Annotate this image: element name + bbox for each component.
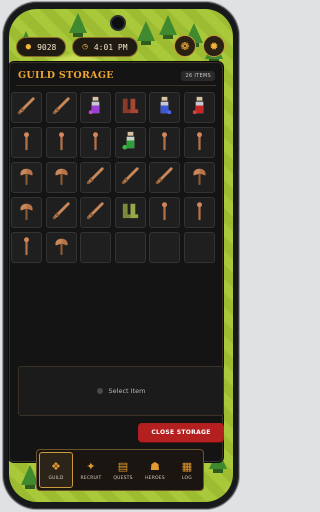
torch-icon — [15, 234, 38, 261]
inventory-slot[interactable] — [45, 127, 77, 158]
heroes-icon: ☗ — [149, 459, 161, 473]
sword-icon — [119, 164, 142, 191]
front-camera — [112, 17, 124, 29]
close-storage-button[interactable]: CLOSE STORAGE — [138, 423, 224, 442]
sword-icon — [84, 199, 107, 226]
gold-amount: 9028 — [37, 42, 57, 52]
inventory-slot[interactable] — [45, 92, 77, 123]
nav-guild[interactable]: ❖ GUILD — [39, 452, 73, 488]
inventory-slot[interactable] — [80, 197, 111, 228]
axe-icon — [50, 234, 73, 261]
potion-purple-icon — [84, 94, 107, 121]
torch-icon — [188, 129, 211, 156]
inventory-slot[interactable] — [11, 92, 42, 123]
scroll-icon: ▤ — [117, 459, 129, 473]
inventory-slot[interactable] — [149, 92, 180, 123]
inventory-slot[interactable] — [114, 162, 146, 193]
storage-grid — [11, 92, 219, 263]
panel-title: GUILD STORAGE — [18, 70, 114, 81]
title-divider — [16, 85, 216, 86]
resources-icon: ❁ — [180, 39, 190, 53]
bottom-navigation: ❖ GUILD ✦ RECRUIT ▤ QUESTS ☗ HEROES ▦ LOG — [36, 449, 204, 491]
sword-icon — [15, 94, 38, 121]
torch-icon — [153, 129, 176, 156]
inventory-slot[interactable] — [149, 197, 180, 228]
recruit-icon: ✦ — [86, 459, 96, 473]
tree-decoration — [137, 21, 155, 45]
settings-button[interactable]: ✹ — [203, 35, 225, 57]
inventory-slot[interactable] — [45, 197, 77, 228]
nav-label: RECRUIT — [80, 475, 102, 481]
torch-icon — [15, 129, 38, 156]
inventory-slot[interactable] — [45, 162, 77, 193]
nav-recruit[interactable]: ✦ RECRUIT — [75, 450, 107, 490]
guild-icon: ❖ — [50, 459, 62, 473]
empty-inventory-slot[interactable] — [114, 232, 146, 263]
inventory-slot[interactable] — [11, 232, 42, 263]
empty-inventory-slot[interactable] — [183, 232, 215, 263]
boots-green-icon — [119, 199, 142, 226]
sword-icon — [153, 164, 176, 191]
sword-icon — [50, 199, 73, 226]
sword-icon — [84, 164, 107, 191]
clock-time: 4:01 PM — [93, 42, 128, 52]
empty-inventory-slot[interactable] — [80, 232, 111, 263]
tree-decoration — [159, 15, 177, 39]
clock-icon: ◷ — [82, 42, 88, 52]
item-detail-area: Select Item — [18, 366, 224, 416]
inventory-slot[interactable] — [80, 162, 111, 193]
nav-label: QUESTS — [113, 475, 133, 481]
potion-red-icon — [188, 94, 211, 121]
inventory-slot[interactable] — [183, 92, 215, 123]
select-item-placeholder: Select Item — [108, 387, 146, 395]
item-count-badge: 26 ITEMS — [181, 71, 215, 81]
sword-icon — [50, 94, 73, 121]
potion-green-icon — [119, 129, 142, 156]
axe-icon — [188, 164, 211, 191]
potion-blue-icon — [153, 94, 176, 121]
nav-quests[interactable]: ▤ QUESTS — [107, 450, 139, 490]
empty-item-icon — [96, 388, 103, 394]
game-clock: ◷ 4:01 PM — [72, 37, 138, 57]
axe-icon — [50, 164, 73, 191]
gold-counter[interactable]: ● 9028 — [16, 37, 66, 57]
inventory-slot[interactable] — [45, 232, 77, 263]
inventory-slot[interactable] — [183, 127, 215, 158]
axe-icon — [15, 199, 38, 226]
torch-icon — [188, 199, 211, 226]
nav-label: LOG — [182, 475, 192, 481]
nav-label: HEROES — [145, 475, 165, 481]
inventory-slot[interactable] — [80, 92, 111, 123]
torch-icon — [84, 129, 107, 156]
inventory-slot[interactable] — [114, 92, 146, 123]
boots-icon — [119, 94, 142, 121]
inventory-slot[interactable] — [114, 127, 146, 158]
axe-icon — [15, 164, 38, 191]
coin-stack-icon: ● — [25, 42, 32, 52]
resources-button[interactable]: ❁ — [174, 35, 196, 57]
inventory-slot[interactable] — [149, 127, 180, 158]
gear-icon: ✹ — [209, 39, 219, 53]
empty-inventory-slot[interactable] — [149, 232, 180, 263]
inventory-slot[interactable] — [114, 197, 146, 228]
log-icon: ▦ — [181, 459, 193, 473]
inventory-slot[interactable] — [11, 127, 42, 158]
nav-label: GUILD — [48, 475, 64, 481]
torch-icon — [153, 199, 176, 226]
inventory-slot[interactable] — [80, 127, 111, 158]
nav-log[interactable]: ▦ LOG — [171, 450, 203, 490]
tree-decoration — [69, 13, 87, 37]
inventory-slot[interactable] — [149, 162, 180, 193]
torch-icon — [50, 129, 73, 156]
inventory-slot[interactable] — [183, 197, 215, 228]
nav-heroes[interactable]: ☗ HEROES — [139, 450, 171, 490]
inventory-slot[interactable] — [11, 197, 42, 228]
inventory-slot[interactable] — [11, 162, 42, 193]
inventory-slot[interactable] — [183, 162, 215, 193]
